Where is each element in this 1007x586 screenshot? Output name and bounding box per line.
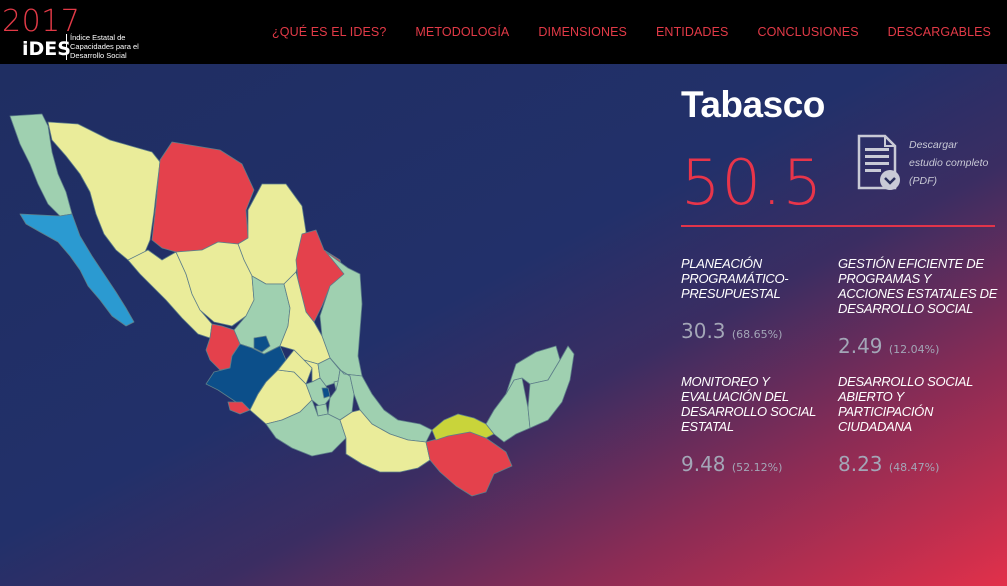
dimension-percent: (48.47%): [888, 461, 940, 474]
pdf-download-icon: [857, 134, 900, 190]
dimension-value: 8.23: [838, 452, 883, 476]
dimension-item: GESTIÓN EFICIENTE DE PROGRAMAS Y ACCIONE…: [838, 256, 998, 358]
dimension-value: 30.3: [681, 319, 726, 343]
dimension-item: DESARROLLO SOCIAL ABIERTO Y PARTICIPACIÓ…: [838, 374, 998, 476]
dimension-percent: (68.65%): [731, 328, 783, 341]
dimension-item: PLANEACIÓN PROGRAMÁTICO-PRESUPUESTAL 30.…: [681, 256, 841, 343]
ides-logo[interactable]: 2017 iDES Índice Estatal de Capacidades …: [0, 2, 175, 62]
nav-dimensiones[interactable]: DIMENSIONES: [538, 25, 627, 39]
state-name: Tabasco: [681, 84, 825, 125]
top-navigation-bar: 2017 iDES Índice Estatal de Capacidades …: [0, 0, 1007, 64]
nav-metodologia[interactable]: METODOLOGÍA: [415, 25, 509, 39]
nav-que-es-ides[interactable]: ¿QUÉ ES EL IDES?: [272, 25, 386, 39]
dimension-value-row: 9.48 (52.12%): [681, 452, 841, 476]
main-content: Tabasco 50.5 Descargar estudio completo …: [0, 64, 1007, 586]
nav-entidades[interactable]: ENTIDADES: [656, 25, 728, 39]
section-divider: [681, 225, 995, 227]
dimension-percent: (52.12%): [731, 461, 783, 474]
state-chihuahua[interactable]: [151, 141, 255, 253]
dimension-value-row: 8.23 (48.47%): [838, 452, 998, 476]
logo-subtitle: Índice Estatal de Capacidades para el De…: [70, 33, 139, 60]
dimension-title: GESTIÓN EFICIENTE DE PROGRAMAS Y ACCIONE…: [838, 256, 998, 316]
nav-descargables[interactable]: DESCARGABLES: [888, 25, 991, 39]
dimension-value-row: 30.3 (68.65%): [681, 319, 841, 343]
dimension-value: 9.48: [681, 452, 726, 476]
mexico-states-map: [9, 113, 575, 497]
dimension-value-row: 2.49 (12.04%): [838, 334, 998, 358]
state-score: 50.5: [681, 146, 824, 219]
dimension-title: DESARROLLO SOCIAL ABIERTO Y PARTICIPACIÓ…: [838, 374, 973, 434]
dimension-title: PLANEACIÓN PROGRAMÁTICO-PRESUPUESTAL: [681, 256, 789, 301]
dimension-percent: (12.04%): [888, 343, 940, 356]
dimension-title: MONITOREO Y EVALUACIÓN DEL DESARROLLO SO…: [681, 374, 816, 434]
logo-year: 2017: [2, 4, 81, 39]
dimension-item: MONITOREO Y EVALUACIÓN DEL DESARROLLO SO…: [681, 374, 841, 476]
state-detail-panel: Tabasco 50.5 Descargar estudio completo …: [681, 64, 1001, 586]
nav-conclusiones[interactable]: CONCLUSIONES: [757, 25, 858, 39]
main-nav: ¿QUÉ ES EL IDES? METODOLOGÍA DIMENSIONES…: [272, 25, 991, 39]
state-chiapas[interactable]: [425, 431, 513, 497]
download-label: Descargar estudio completo (PDF): [909, 139, 989, 187]
download-study-button[interactable]: Descargar estudio completo (PDF): [857, 132, 997, 212]
logo-divider: [66, 34, 67, 60]
dimension-value: 2.49: [838, 334, 883, 358]
logo-acronym: iDES: [22, 38, 71, 60]
